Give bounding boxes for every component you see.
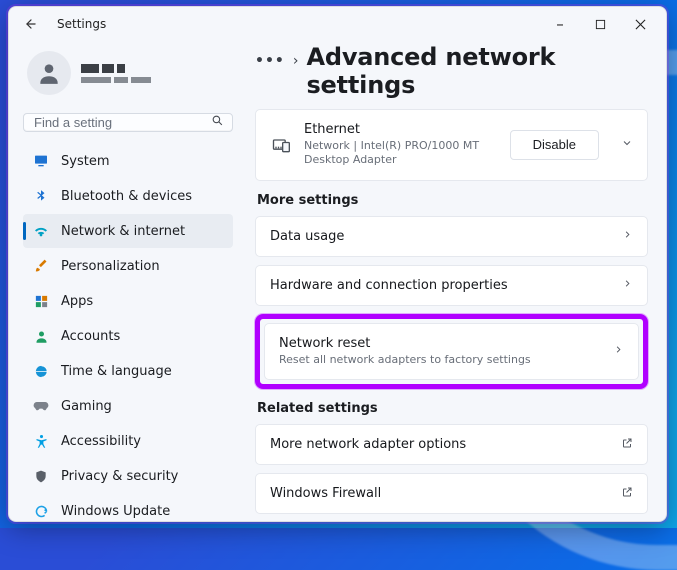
- search-field[interactable]: [23, 113, 233, 132]
- app-title: Settings: [57, 17, 106, 31]
- sidebar-item-label: Accounts: [61, 329, 120, 344]
- row-label: More network adapter options: [270, 437, 609, 452]
- sidebar-item-accessibility[interactable]: Accessibility: [23, 424, 233, 458]
- sidebar-item-label: Personalization: [61, 259, 160, 274]
- open-external-icon: [621, 486, 633, 501]
- section-more-settings: More settings: [257, 193, 648, 208]
- row-subtitle: Reset all network adapters to factory se…: [279, 353, 601, 367]
- sidebar-item-label: Gaming: [61, 399, 112, 414]
- wifi-icon: [33, 223, 49, 239]
- sidebar-item-label: Accessibility: [61, 434, 141, 449]
- sidebar-item-network[interactable]: Network & internet: [23, 214, 233, 248]
- apps-icon: [33, 293, 49, 309]
- open-external-icon: [621, 437, 633, 452]
- chevron-right-icon: [622, 229, 633, 243]
- minimize-button[interactable]: –: [540, 9, 580, 39]
- adapter-name: Ethernet: [304, 122, 498, 137]
- adapter-description: Network | Intel(R) PRO/1000 MT Desktop A…: [304, 139, 498, 168]
- sidebar-item-system[interactable]: System: [23, 144, 233, 178]
- content-area: ••• › Advanced network settings Ethernet…: [243, 41, 666, 521]
- display-icon: [33, 153, 49, 169]
- brush-icon: [33, 258, 49, 274]
- bluetooth-icon: [33, 188, 49, 204]
- adapter-card-ethernet[interactable]: Ethernet Network | Intel(R) PRO/1000 MT …: [255, 109, 648, 181]
- row-hardware-properties[interactable]: Hardware and connection properties: [255, 265, 648, 306]
- sidebar-item-time[interactable]: Time & language: [23, 354, 233, 388]
- sidebar-item-apps[interactable]: Apps: [23, 284, 233, 318]
- row-label: Hardware and connection properties: [270, 278, 610, 293]
- nav-list: System Bluetooth & devices Network & int…: [23, 144, 233, 521]
- chevron-down-icon[interactable]: [621, 137, 633, 152]
- row-network-reset[interactable]: Network reset Reset all network adapters…: [264, 323, 639, 380]
- chevron-right-icon: [613, 344, 624, 358]
- avatar: [27, 51, 71, 95]
- sidebar-item-bluetooth[interactable]: Bluetooth & devices: [23, 179, 233, 213]
- chevron-right-icon: [622, 278, 633, 292]
- gamepad-icon: [33, 398, 49, 414]
- person-icon: [33, 328, 49, 344]
- row-windows-firewall[interactable]: Windows Firewall: [255, 473, 648, 514]
- highlight-network-reset: Network reset Reset all network adapters…: [255, 314, 648, 389]
- sidebar-item-privacy[interactable]: Privacy & security: [23, 459, 233, 493]
- row-more-adapter-options[interactable]: More network adapter options: [255, 424, 648, 465]
- sidebar-item-label: Windows Update: [61, 504, 170, 519]
- sidebar-item-label: Apps: [61, 294, 93, 309]
- sidebar-item-update[interactable]: Windows Update: [23, 494, 233, 521]
- sidebar-item-label: Time & language: [61, 364, 172, 379]
- globe-clock-icon: [33, 363, 49, 379]
- search-icon: [211, 114, 224, 131]
- row-label: Windows Firewall: [270, 486, 609, 501]
- sidebar-item-label: Network & internet: [61, 224, 185, 239]
- sidebar-item-label: System: [61, 154, 109, 169]
- sidebar-item-label: Bluetooth & devices: [61, 189, 192, 204]
- sidebar-item-personalization[interactable]: Personalization: [23, 249, 233, 283]
- shield-icon: [33, 468, 49, 484]
- back-button[interactable]: [15, 8, 47, 40]
- settings-window: Settings –: [8, 6, 667, 522]
- maximize-button[interactable]: [580, 9, 620, 39]
- section-related-settings: Related settings: [257, 401, 648, 416]
- title-bar: Settings –: [9, 7, 666, 41]
- update-icon: [33, 503, 49, 519]
- page-header: ••• › Advanced network settings: [255, 43, 648, 99]
- sidebar-item-gaming[interactable]: Gaming: [23, 389, 233, 423]
- disable-button[interactable]: Disable: [510, 130, 599, 160]
- account-name-redacted: [81, 64, 151, 83]
- close-button[interactable]: [620, 9, 660, 39]
- ethernet-icon: [270, 135, 292, 155]
- row-label: Network reset: [279, 336, 601, 351]
- breadcrumb-overflow[interactable]: •••: [255, 53, 285, 69]
- account-block[interactable]: [23, 47, 233, 105]
- page-title: Advanced network settings: [306, 43, 648, 99]
- accessibility-icon: [33, 433, 49, 449]
- search-input[interactable]: [34, 115, 211, 130]
- sidebar-item-label: Privacy & security: [61, 469, 178, 484]
- row-label: Data usage: [270, 229, 610, 244]
- sidebar-item-accounts[interactable]: Accounts: [23, 319, 233, 353]
- sidebar: System Bluetooth & devices Network & int…: [9, 41, 243, 521]
- chevron-right-icon: ›: [293, 53, 299, 69]
- row-data-usage[interactable]: Data usage: [255, 216, 648, 257]
